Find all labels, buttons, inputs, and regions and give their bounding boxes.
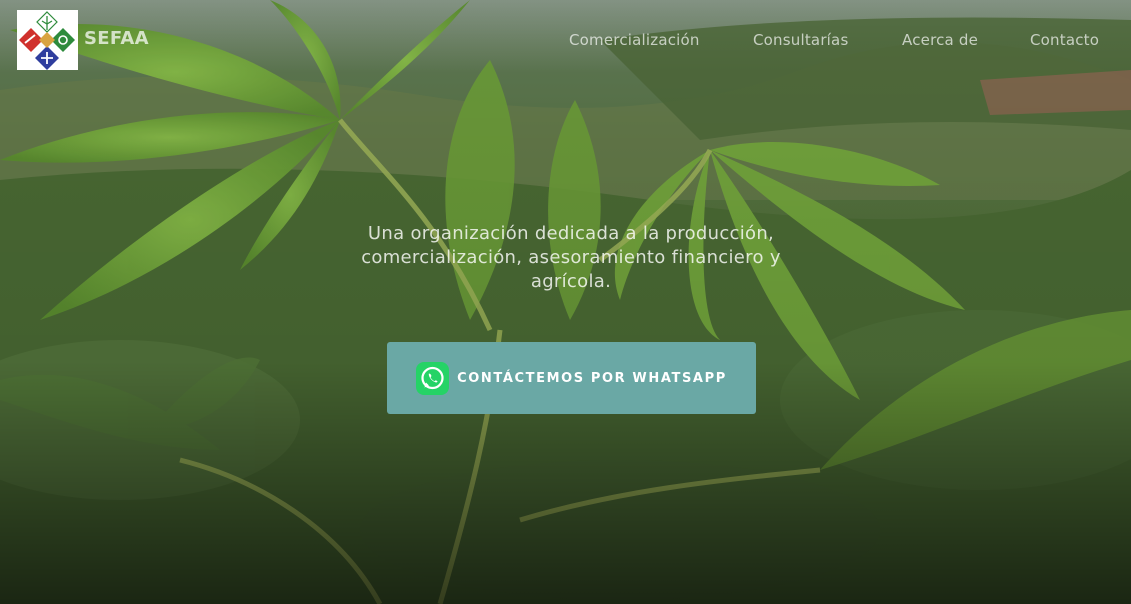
hero-tagline-line: comercialización, asesoramiento financie… xyxy=(361,247,781,268)
whatsapp-button-label: CONTÁCTEMOS POR WHATSAPP xyxy=(457,370,727,386)
whatsapp-icon xyxy=(416,361,450,395)
nav-link-comercializacion[interactable]: Comercialización xyxy=(569,31,700,49)
top-navbar: SEFAA Comercialización Consultarías Acer… xyxy=(0,0,1131,80)
hero-section: SEFAA Comercialización Consultarías Acer… xyxy=(0,0,1131,604)
brand-name[interactable]: SEFAA xyxy=(84,28,149,49)
nav-link-contacto[interactable]: Contacto xyxy=(1030,31,1099,49)
nav-link-consultarias[interactable]: Consultarías xyxy=(753,31,848,49)
nav-link-acerca-de[interactable]: Acerca de xyxy=(902,31,978,49)
whatsapp-contact-button[interactable]: CONTÁCTEMOS POR WHATSAPP xyxy=(387,342,756,414)
hero-tagline: Una organización dedicada a la producció… xyxy=(330,222,812,294)
sefaa-logo[interactable] xyxy=(17,10,78,70)
sefaa-logo-icon xyxy=(19,11,75,70)
hero-tagline-line: agrícola. xyxy=(530,271,612,292)
hero-tagline-line: Una organización dedicada a la producció… xyxy=(367,223,775,244)
hero-background-image xyxy=(0,0,1131,604)
